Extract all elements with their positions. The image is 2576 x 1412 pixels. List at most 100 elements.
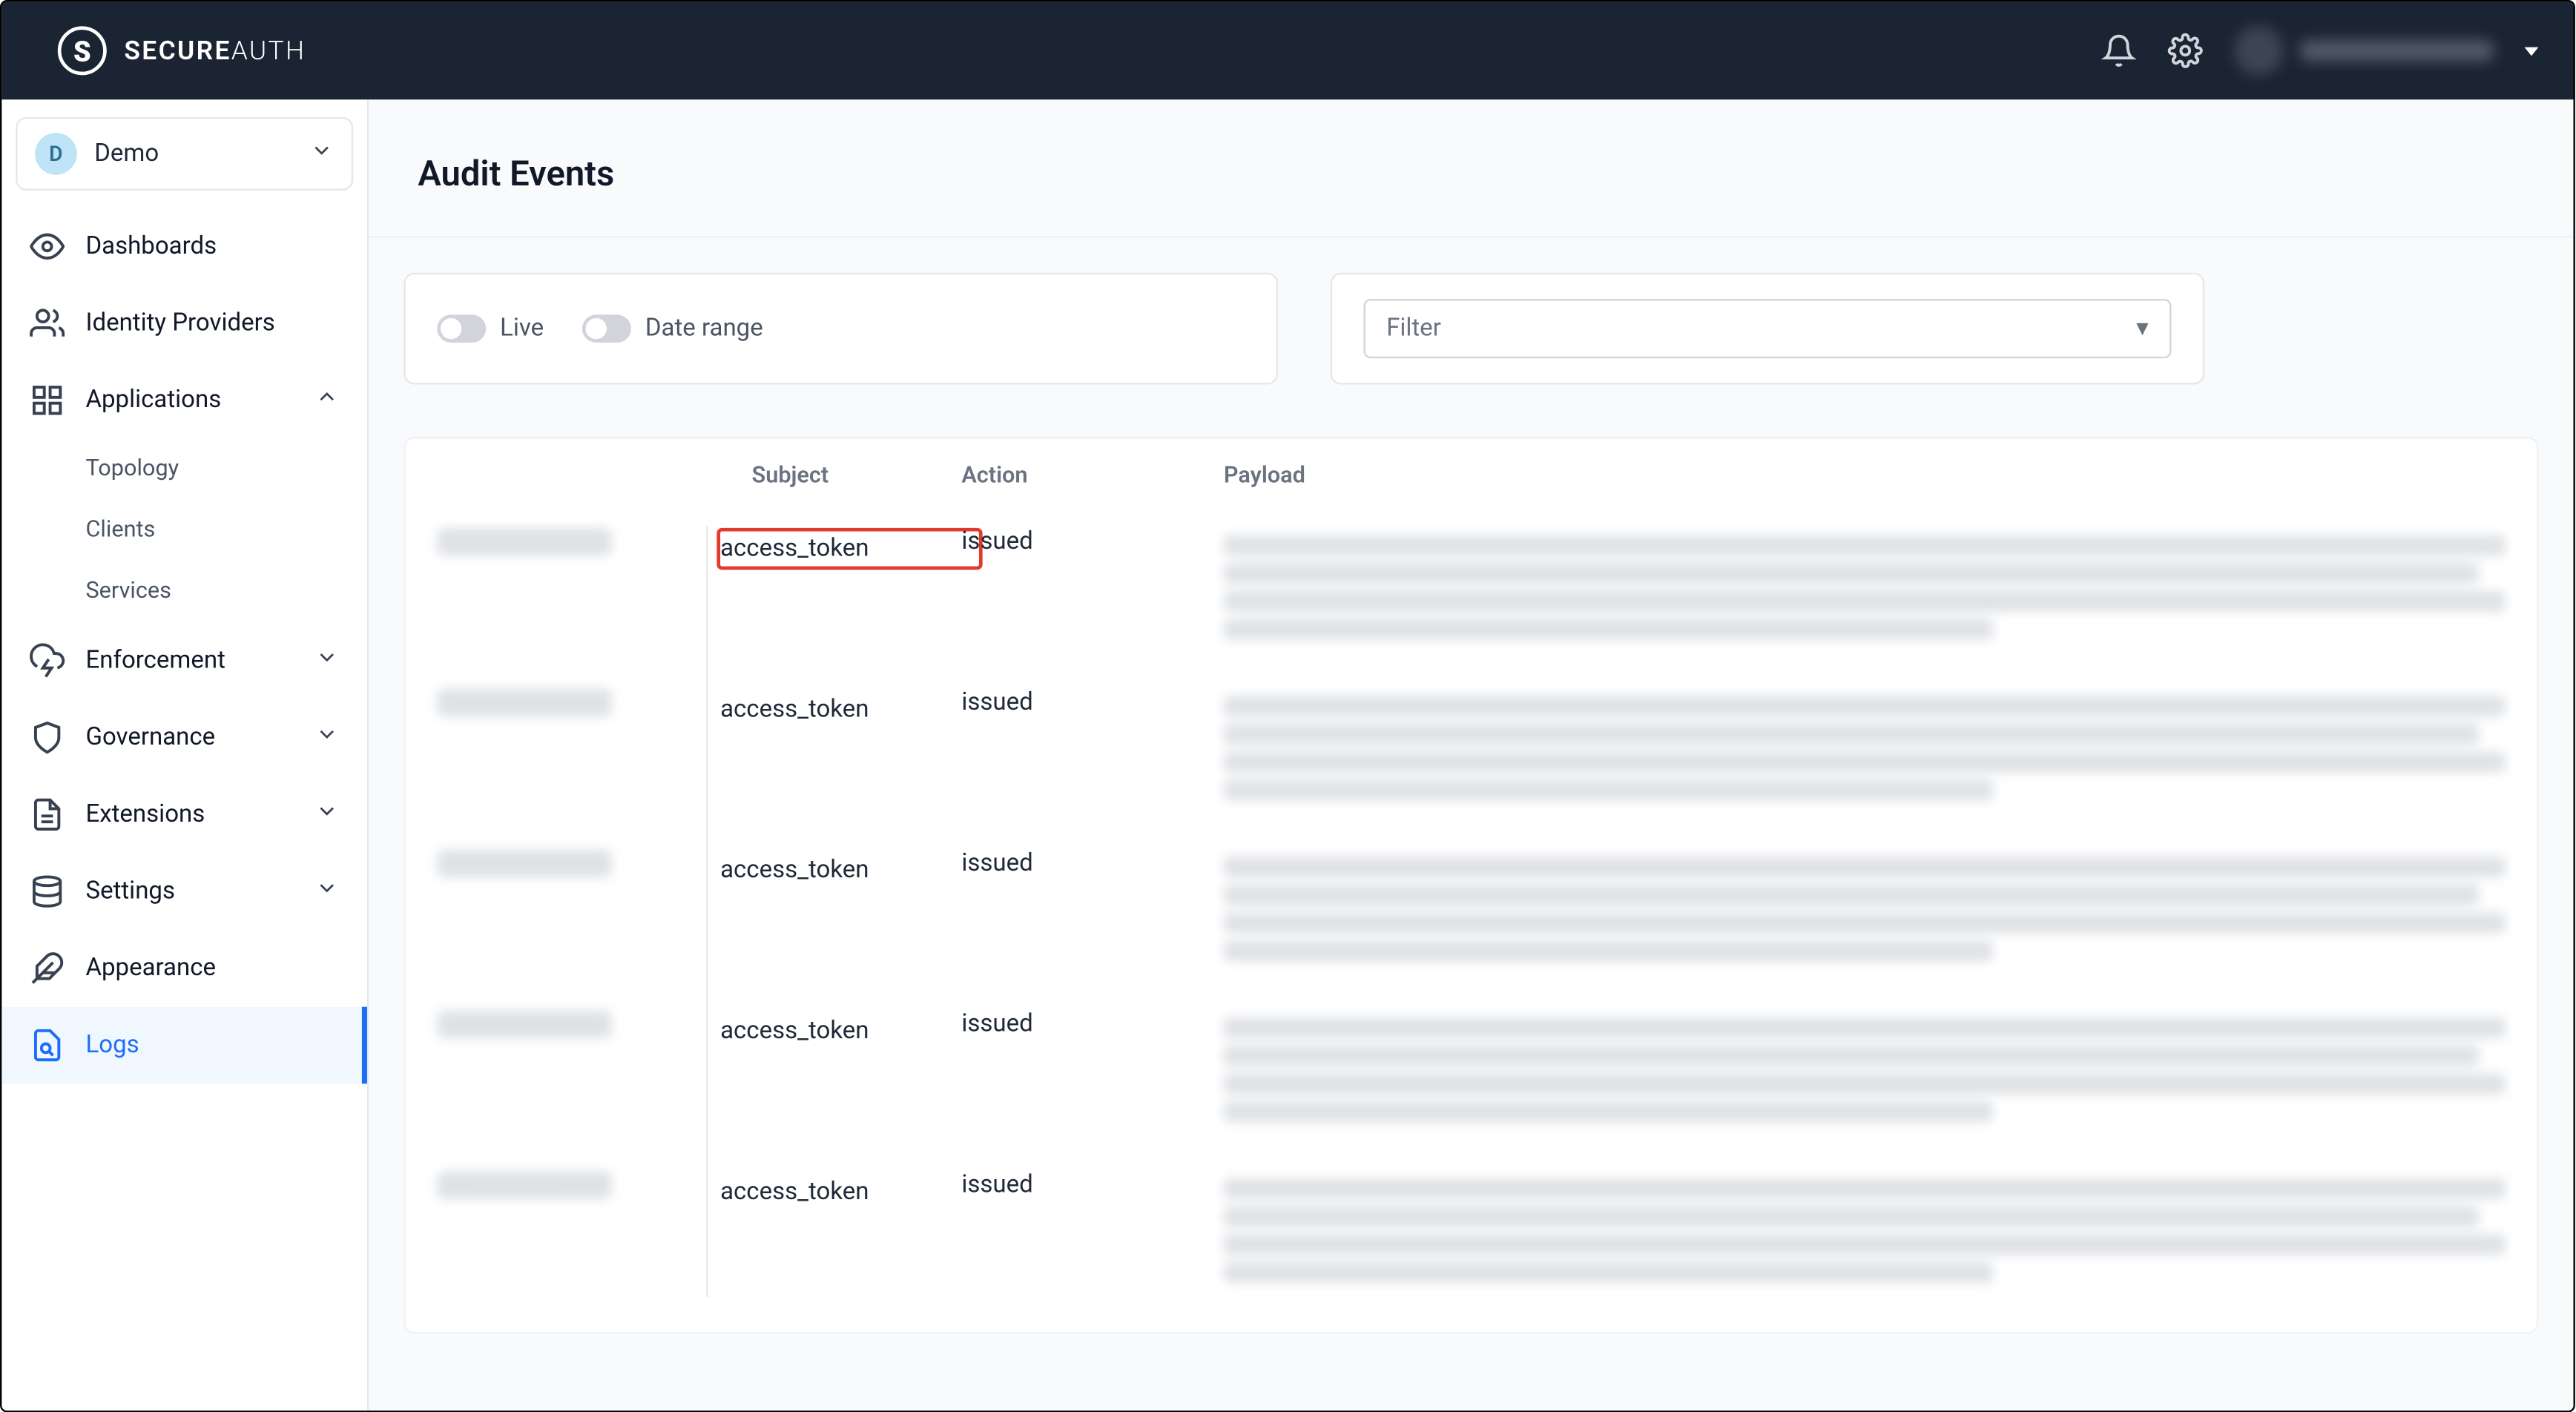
subject-action-group: access_token — [717, 689, 982, 731]
event-payload-redacted — [1224, 1010, 2506, 1129]
user-menu-caret-icon[interactable] — [2525, 46, 2539, 55]
topbar: S SECUREAUTH — [1, 1, 2573, 99]
page-header: Audit Events — [369, 99, 2573, 237]
filter-panel: Filter ▾ — [1331, 273, 2205, 385]
sidebar-item-label: Logs — [85, 1032, 139, 1060]
sidebar-item-label: Identity Providers — [85, 309, 274, 337]
workspace-name: Demo — [94, 140, 159, 168]
file-icon — [30, 797, 65, 832]
sidebar-subitem-topology[interactable]: Topology — [1, 439, 367, 500]
events-header-row: Subject Action Payload — [406, 439, 2537, 507]
column-header-payload: Payload — [1224, 463, 2506, 489]
sidebar-item-label: Applications — [85, 386, 221, 415]
grid-icon — [30, 383, 65, 418]
chevron-up-icon — [314, 385, 339, 416]
sidebar-item-enforcement[interactable]: Enforcement — [1, 622, 367, 699]
sidebar-item-logs[interactable]: Logs — [1, 1007, 367, 1084]
event-row[interactable]: access_token issued — [406, 1150, 2537, 1311]
file-search-icon — [30, 1028, 65, 1063]
sidebar-item-label: Governance — [85, 724, 215, 752]
sidebar-item-label: Dashboards — [85, 232, 217, 260]
event-payload-redacted — [1224, 689, 2506, 808]
cloud-lightning-icon — [30, 643, 65, 678]
page-title: Audit Events — [418, 152, 2524, 194]
event-action: issued — [961, 689, 1224, 717]
workspace-selector[interactable]: D Demo — [16, 117, 353, 191]
column-header-action: Action — [961, 463, 1224, 489]
sidebar-item-label: Extensions — [85, 801, 205, 829]
timeline-line — [706, 526, 708, 1296]
sidebar-item-governance[interactable]: Governance — [1, 699, 367, 776]
sidebar-item-label: Enforcement — [85, 647, 225, 675]
event-row[interactable]: access_token issued — [406, 989, 2537, 1150]
sidebar-item-settings[interactable]: Settings — [1, 853, 367, 930]
column-header-subject: Subject — [699, 463, 962, 489]
chevron-down-icon — [314, 876, 339, 907]
date-range-toggle[interactable]: Date range — [582, 314, 763, 343]
events-table: Subject Action Payload access_token issu… — [403, 437, 2538, 1333]
timestamp-redacted — [437, 1010, 612, 1038]
subject-action-group: access_token — [717, 1010, 982, 1052]
event-row[interactable]: access_token issued — [406, 828, 2537, 989]
filter-dropdown[interactable]: Filter ▾ — [1363, 299, 2171, 358]
event-subject: access_token — [720, 1017, 979, 1046]
toggle-label: Date range — [645, 314, 763, 343]
subject-action-group: access_token — [717, 1171, 982, 1213]
filter-placeholder: Filter — [1386, 314, 1441, 343]
timestamp-redacted — [437, 689, 612, 717]
event-action: issued — [961, 850, 1224, 878]
event-action: issued — [961, 1010, 1224, 1038]
notification-bell-icon[interactable] — [2101, 33, 2136, 68]
sidebar-item-extensions[interactable]: Extensions — [1, 776, 367, 854]
event-action: issued — [961, 528, 1224, 556]
event-subject: access_token — [720, 1178, 979, 1207]
sidebar-item-appearance[interactable]: Appearance — [1, 930, 367, 1007]
subject-action-group: access_token — [717, 850, 982, 892]
event-subject: access_token — [720, 535, 979, 563]
subject-action-group: access_token — [717, 528, 982, 570]
sidebar-subitem-services[interactable]: Services — [1, 561, 367, 622]
toggle-switch-icon — [582, 314, 631, 343]
user-avatar-icon — [2234, 26, 2283, 75]
shield-icon — [30, 720, 65, 755]
toggle-panel: Live Date range — [403, 273, 1278, 385]
brand-mark-icon: S — [58, 26, 107, 75]
event-action: issued — [961, 1171, 1224, 1199]
event-row[interactable]: access_token issued — [406, 667, 2537, 828]
sidebar-item-label: Services — [85, 578, 171, 604]
settings-gear-icon[interactable] — [2168, 33, 2203, 68]
chevron-down-icon — [314, 722, 339, 753]
eye-icon — [30, 229, 65, 264]
chevron-down-icon — [314, 799, 339, 830]
sidebar-item-label: Topology — [85, 456, 179, 482]
sidebar-item-label: Clients — [85, 518, 155, 544]
sidebar-subitem-clients[interactable]: Clients — [1, 500, 367, 561]
main-content: Audit Events Live Date range Filter — [369, 99, 2573, 1411]
sidebar-item-identity-providers[interactable]: Identity Providers — [1, 285, 367, 362]
sidebar-item-applications[interactable]: Applications — [1, 362, 367, 439]
sidebar: D Demo Dashboards Identity Providers App… — [1, 99, 369, 1411]
event-payload-redacted — [1224, 850, 2506, 969]
caret-down-icon: ▾ — [2136, 314, 2149, 343]
toggle-switch-icon — [437, 314, 486, 343]
users-icon — [30, 306, 65, 340]
event-payload-redacted — [1224, 1171, 2506, 1290]
workspace-avatar-icon: D — [35, 133, 77, 175]
event-payload-redacted — [1224, 528, 2506, 647]
sidebar-item-label: Appearance — [85, 954, 216, 983]
timestamp-redacted — [437, 528, 612, 556]
chevron-down-icon — [309, 138, 334, 169]
user-menu[interactable] — [2234, 26, 2493, 75]
event-row[interactable]: access_token issued — [406, 507, 2537, 668]
brand-logo[interactable]: S SECUREAUTH — [58, 26, 306, 75]
live-toggle[interactable]: Live — [437, 314, 544, 343]
database-icon — [30, 874, 65, 909]
feather-icon — [30, 951, 65, 986]
event-subject: access_token — [720, 857, 979, 885]
toggle-label: Live — [500, 314, 544, 343]
brand-text: SECUREAUTH — [124, 35, 306, 66]
timestamp-redacted — [437, 1171, 612, 1199]
event-subject: access_token — [720, 696, 979, 724]
sidebar-item-dashboards[interactable]: Dashboards — [1, 208, 367, 285]
chevron-down-icon — [314, 645, 339, 676]
